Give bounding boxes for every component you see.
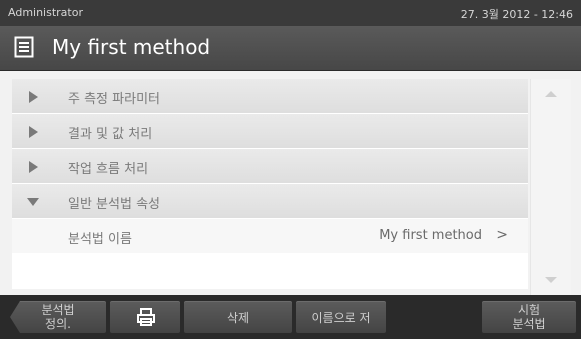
method-name-label: 분석법 이름 bbox=[68, 232, 132, 247]
list-item-result-value-processing[interactable]: 결과 및 값 처리 bbox=[12, 114, 528, 149]
chevron-right-icon: > bbox=[496, 227, 508, 243]
list-item-general-method-properties[interactable]: 일반 분석법 속성 bbox=[12, 184, 528, 219]
scrollbar[interactable] bbox=[530, 79, 571, 295]
test-button-line2: 분석법 bbox=[512, 317, 546, 331]
status-bar: Administrator 27. 3월 2012 - 12:46 bbox=[0, 0, 581, 26]
list-item-label: 주 측정 파라미터 bbox=[68, 92, 160, 107]
test-method-button[interactable]: 시험 분석법 bbox=[482, 301, 576, 333]
triangle-down-icon bbox=[27, 198, 39, 206]
list-item-main-measurement-parameters[interactable]: 주 측정 파라미터 bbox=[12, 79, 528, 114]
bottom-toolbar: 분석법 정의. 삭제 이름으로 저 시험 분석법 bbox=[0, 295, 581, 339]
title-bar: My first method bbox=[0, 26, 581, 71]
list-item-label: 작업 흐름 처리 bbox=[68, 162, 149, 177]
content-area: 주 측정 파라미터 결과 및 값 처리 작업 흐름 처리 일반 분석법 속성 분… bbox=[0, 71, 581, 295]
save-as-button[interactable]: 이름으로 저 bbox=[296, 301, 386, 333]
triangle-right-icon bbox=[29, 126, 38, 138]
list-item-label: 결과 및 값 처리 bbox=[68, 127, 153, 142]
delete-button[interactable]: 삭제 bbox=[184, 301, 292, 333]
triangle-right-icon bbox=[29, 91, 38, 103]
method-file-icon bbox=[14, 36, 34, 58]
scroll-down-icon[interactable] bbox=[545, 277, 557, 283]
list-item-workflow-processing[interactable]: 작업 흐름 처리 bbox=[12, 149, 528, 184]
date-time: 27. 3월 2012 - 12:46 bbox=[460, 8, 573, 21]
back-to-method-definition-button[interactable]: 분석법 정의. bbox=[10, 301, 106, 333]
page-title: My first method bbox=[52, 35, 211, 59]
method-editor-screen: Administrator 27. 3월 2012 - 12:46 My fir… bbox=[0, 0, 581, 339]
list-item-label: 일반 분석법 속성 bbox=[68, 197, 160, 212]
test-button-line1: 시험 bbox=[517, 303, 541, 317]
method-name-value: My first method bbox=[379, 228, 482, 243]
print-button[interactable] bbox=[110, 301, 180, 333]
list-empty-row bbox=[12, 254, 528, 289]
printer-icon bbox=[136, 307, 156, 327]
list-item-method-name[interactable]: 분석법 이름 My first method > bbox=[12, 219, 528, 254]
scroll-up-icon[interactable] bbox=[545, 91, 557, 97]
save-as-button-label: 이름으로 저 bbox=[311, 311, 371, 325]
back-button-line1: 분석법 bbox=[41, 303, 75, 317]
method-settings-list: 주 측정 파라미터 결과 및 값 처리 작업 흐름 처리 일반 분석법 속성 분… bbox=[12, 79, 528, 289]
delete-button-label: 삭제 bbox=[226, 311, 250, 325]
user-name: Administrator bbox=[8, 6, 83, 19]
triangle-right-icon bbox=[29, 161, 38, 173]
back-button-line2: 정의. bbox=[45, 317, 71, 331]
